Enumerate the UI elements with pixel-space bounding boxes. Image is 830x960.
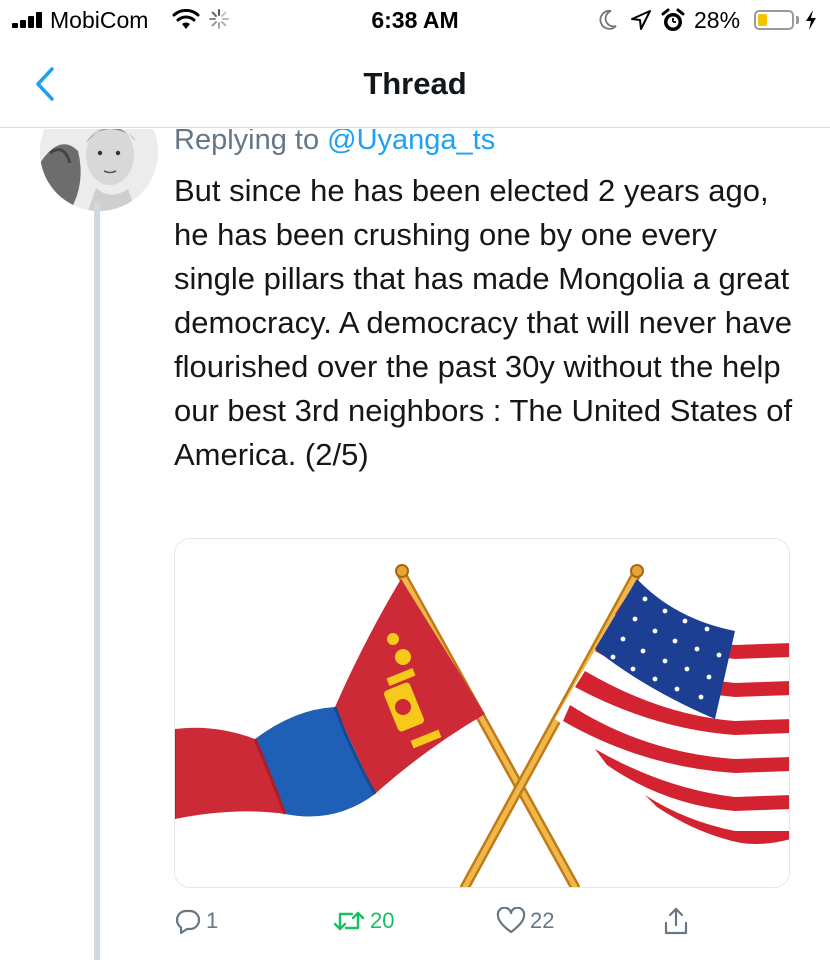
charging-bolt-icon	[806, 10, 816, 30]
battery-percent: 28%	[694, 7, 741, 33]
retweet-icon	[333, 911, 365, 931]
battery-level-fill	[758, 14, 767, 26]
share-icon	[664, 907, 688, 935]
replying-to-handle[interactable]: @Uyanga_ts	[327, 129, 495, 156]
nav-bar: Thread	[0, 44, 830, 128]
tweet[interactable]: Replying to @Uyanga_ts But since he has …	[0, 129, 830, 960]
thread-connector-line	[94, 201, 100, 960]
page-title: Thread	[363, 66, 467, 101]
moon-icon	[599, 10, 617, 30]
battery-icon	[754, 10, 794, 30]
avatar[interactable]	[40, 129, 158, 211]
retweet-button[interactable]: 20	[332, 899, 394, 943]
alarm-clock-icon	[661, 8, 685, 31]
replying-to-label: Replying to	[174, 129, 328, 156]
share-button[interactable]	[662, 899, 690, 943]
location-arrow-icon	[631, 10, 651, 30]
reply-icon	[175, 909, 201, 935]
avatar-portrait-image	[40, 129, 158, 211]
heart-icon	[496, 907, 526, 934]
like-button[interactable]: 22	[496, 899, 554, 943]
crossed-flags-image	[175, 539, 789, 887]
tweet-media[interactable]	[174, 538, 790, 888]
reply-button[interactable]: 1	[174, 899, 218, 943]
like-count: 22	[530, 908, 555, 933]
tweet-actions: 1 20 22	[174, 899, 734, 943]
status-bar: MobiCom 6:38 AM 28%	[0, 0, 830, 44]
tweet-text: But since he has been elected 2 years ag…	[174, 173, 793, 472]
battery-cap	[796, 16, 799, 24]
reply-count: 1	[206, 908, 219, 933]
replying-to: Replying to @Uyanga_ts	[174, 129, 495, 157]
retweet-count: 20	[370, 908, 395, 933]
